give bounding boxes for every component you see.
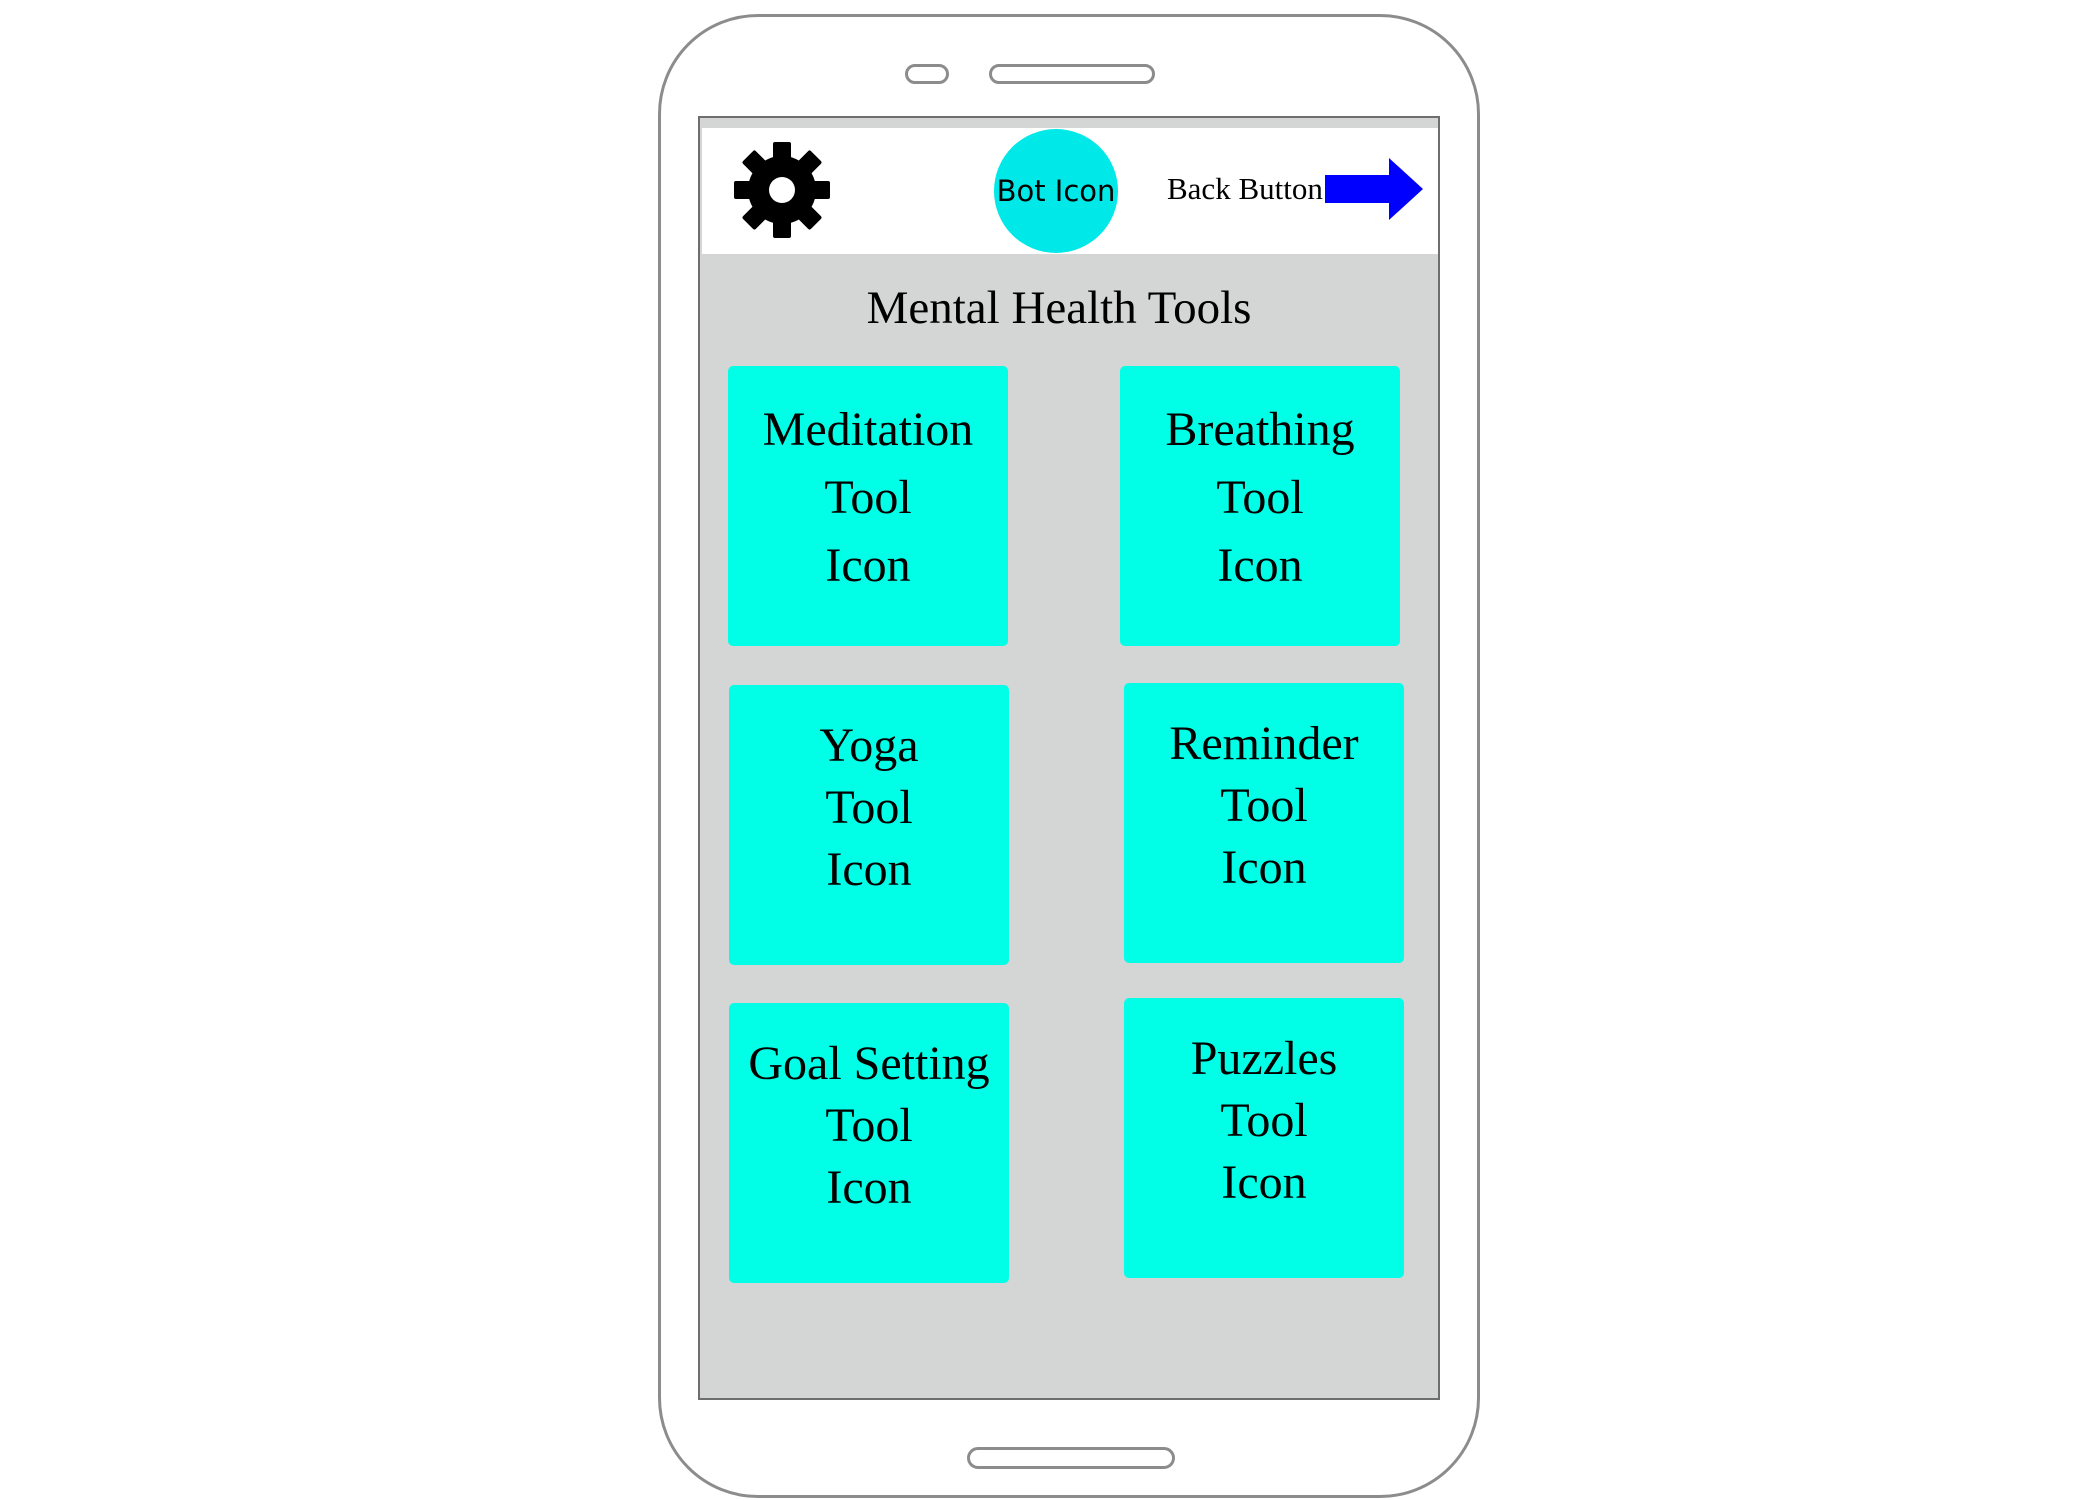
tile-label: Tool [824,471,912,524]
home-button[interactable] [967,1447,1175,1469]
back-label: Back Button [1167,171,1323,206]
front-camera [905,64,949,84]
tile-label: Tool [1220,779,1308,832]
yoga-tool-tile[interactable]: Yoga Tool Icon [729,685,1009,965]
page-title: Mental Health Tools [866,282,1252,334]
tile-label: Icon [826,843,912,896]
breathing-tool-tile[interactable]: Breathing Tool Icon [1120,366,1400,646]
right-arrow-icon [1324,158,1423,220]
tile-label: Icon [1221,1156,1307,1209]
tile-label: Goal Setting [748,1037,990,1090]
tile-label: Tool [1216,471,1304,524]
bot-button[interactable]: Bot Icon [994,129,1118,253]
app-screen: Bot Icon Back Button Mental Health Tools… [698,116,1440,1400]
tile-label: Tool [825,1099,913,1152]
tile-label: Yoga [819,719,919,772]
tile-label: Icon [825,539,911,592]
tile-label: Icon [1217,539,1303,592]
earpiece-speaker [989,64,1155,84]
bot-label: Bot Icon [996,174,1116,208]
tile-label: Icon [826,1161,912,1214]
tile-label: Tool [825,781,913,834]
tile-label: Puzzles [1190,1032,1338,1085]
top-bar: Bot Icon Back Button [702,128,1438,254]
tile-label: Tool [1220,1094,1308,1147]
reminder-tool-tile[interactable]: Reminder Tool Icon [1124,683,1404,963]
back-button[interactable]: Back Button [1167,154,1423,224]
tile-label: Icon [1221,841,1307,894]
meditation-tool-tile[interactable]: Meditation Tool Icon [728,366,1008,646]
tile-label: Breathing [1165,403,1355,456]
tile-label: Meditation [762,403,974,456]
tile-label: Reminder [1169,717,1359,770]
goal-setting-tool-tile[interactable]: Goal Setting Tool Icon [729,1003,1009,1283]
gear-icon[interactable] [732,140,832,240]
puzzles-tool-tile[interactable]: Puzzles Tool Icon [1124,998,1404,1278]
